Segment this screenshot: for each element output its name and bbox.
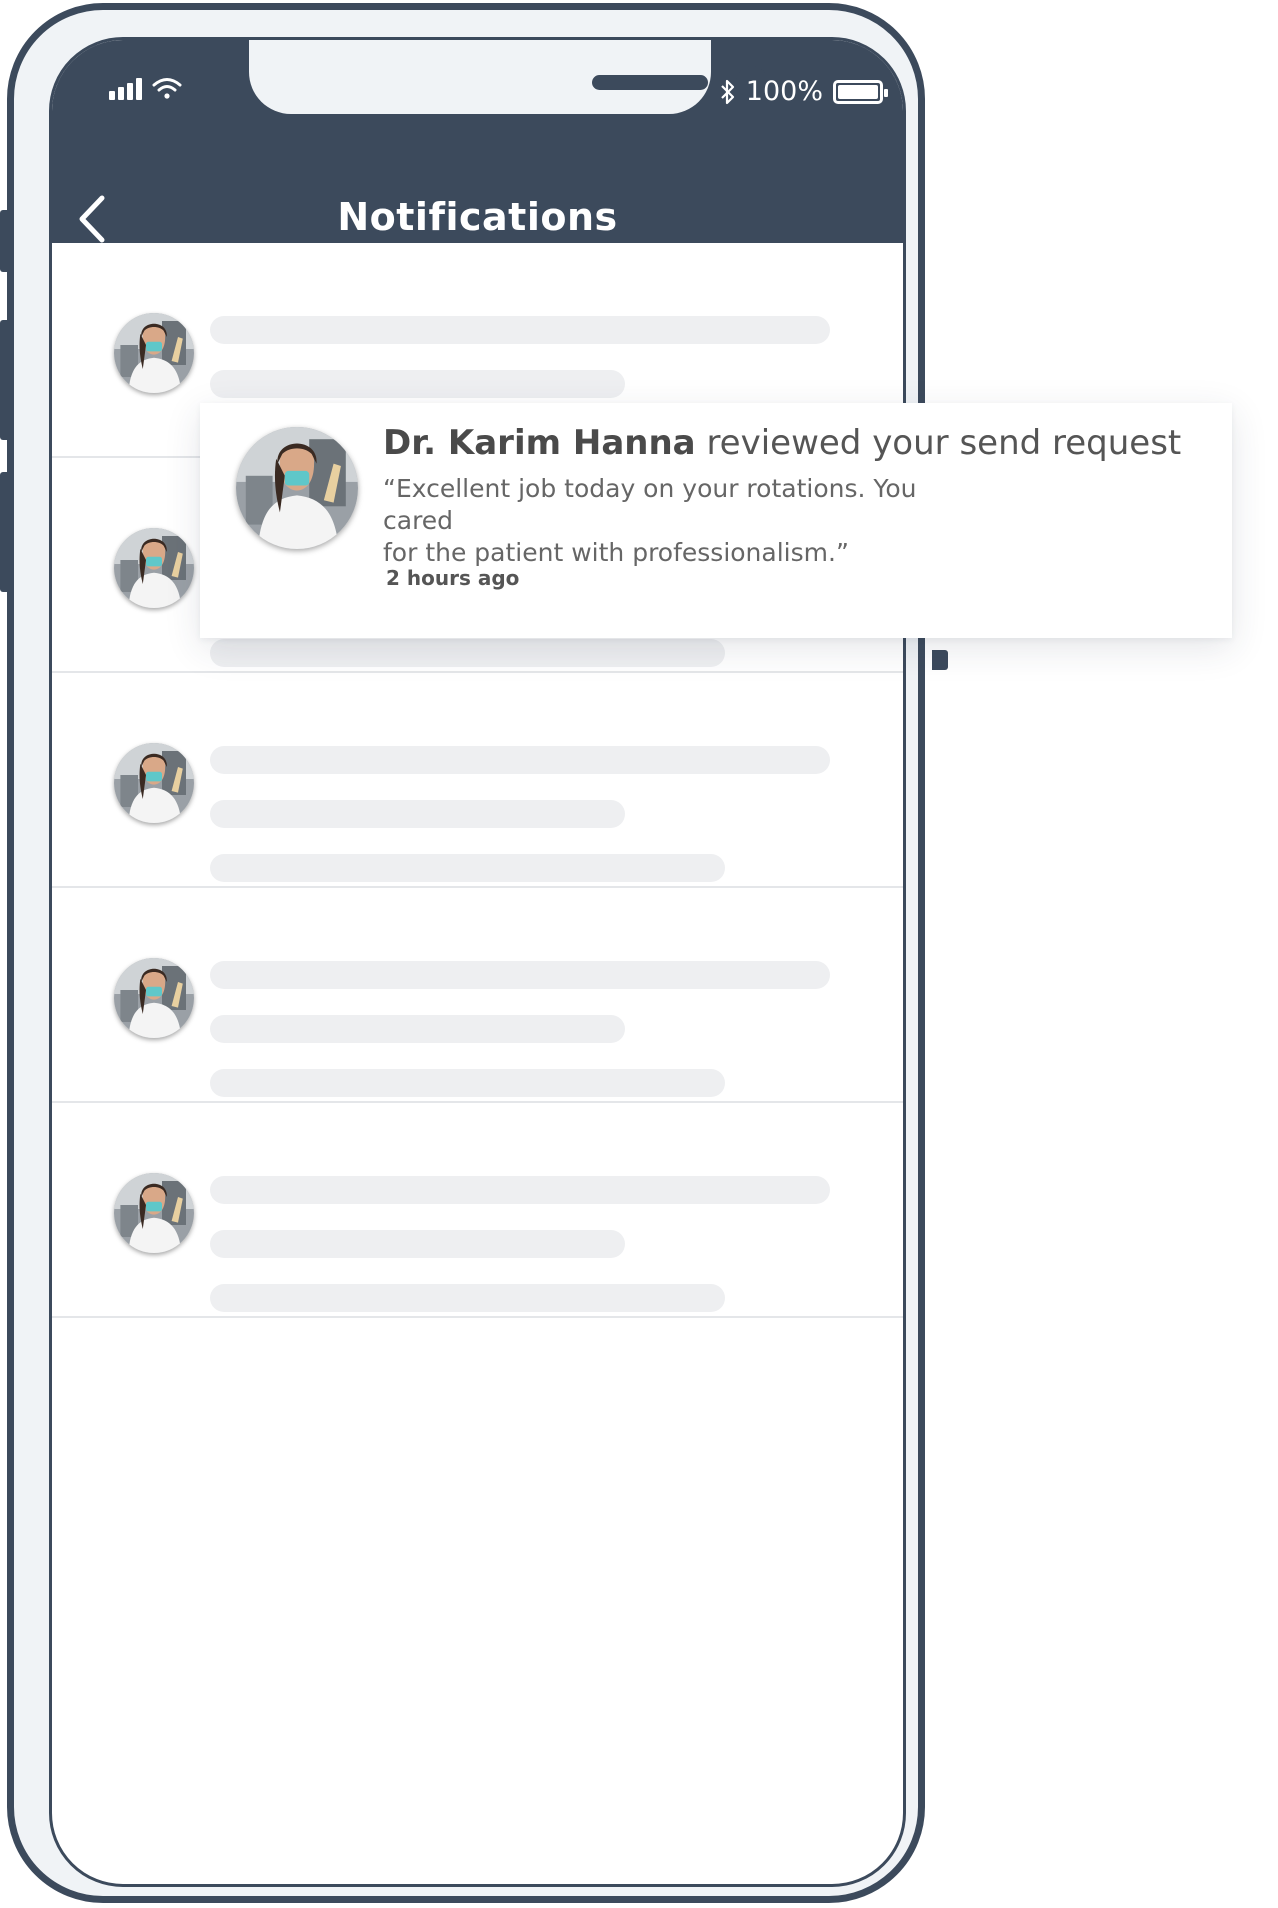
skeleton-line	[210, 1069, 725, 1097]
wifi-icon	[152, 78, 182, 99]
avatar	[114, 1173, 194, 1253]
skeleton-line	[210, 1230, 625, 1258]
skeleton-line	[210, 854, 725, 882]
page-title: Notifications	[337, 195, 618, 239]
power-button	[932, 650, 948, 670]
avatar	[114, 313, 194, 393]
phone-screen: 100% Notifications	[49, 37, 906, 1887]
bluetooth-icon	[721, 79, 734, 104]
avatar	[114, 958, 194, 1038]
skeleton-line	[210, 370, 625, 398]
phone-frame: 100% Notifications	[0, 3, 948, 1903]
skeleton-line	[210, 961, 830, 989]
cellular-signal-icon	[109, 76, 142, 100]
skeleton-line	[210, 639, 725, 667]
notification-card[interactable]: Dr. Karim Hanna reviewed your send reque…	[200, 403, 1232, 638]
notch	[249, 40, 768, 114]
list-item[interactable]	[52, 673, 903, 888]
speaker	[592, 75, 708, 90]
avatar	[236, 427, 358, 549]
sender-name: Dr. Karim Hanna	[383, 423, 696, 463]
avatar	[114, 743, 194, 823]
status-left	[109, 76, 182, 100]
list-item[interactable]	[52, 1103, 903, 1318]
skeleton-line	[210, 746, 830, 774]
notification-title: Dr. Karim Hanna reviewed your send reque…	[383, 423, 1181, 463]
skeleton-line	[210, 1176, 830, 1204]
avatar	[114, 528, 194, 608]
skeleton-line	[210, 1015, 625, 1043]
skeleton-line	[210, 1284, 725, 1312]
volume-down-button	[0, 472, 9, 592]
skeleton-line	[210, 800, 625, 828]
list-item[interactable]	[52, 888, 903, 1103]
skeleton-line	[210, 316, 830, 344]
volume-up-button	[0, 320, 9, 440]
status-right: 100%	[720, 76, 888, 107]
battery-percent: 100%	[745, 76, 823, 107]
notification-time: 2 hours ago	[386, 566, 520, 590]
quote-line: “Excellent job today on your rotations. …	[383, 474, 917, 535]
quote-line: for the patient with professionalism.”	[383, 538, 849, 567]
notification-action: reviewed your send request	[706, 423, 1182, 463]
mute-switch	[0, 210, 9, 272]
battery-icon	[833, 79, 888, 104]
notification-quote: “Excellent job today on your rotations. …	[383, 473, 983, 569]
